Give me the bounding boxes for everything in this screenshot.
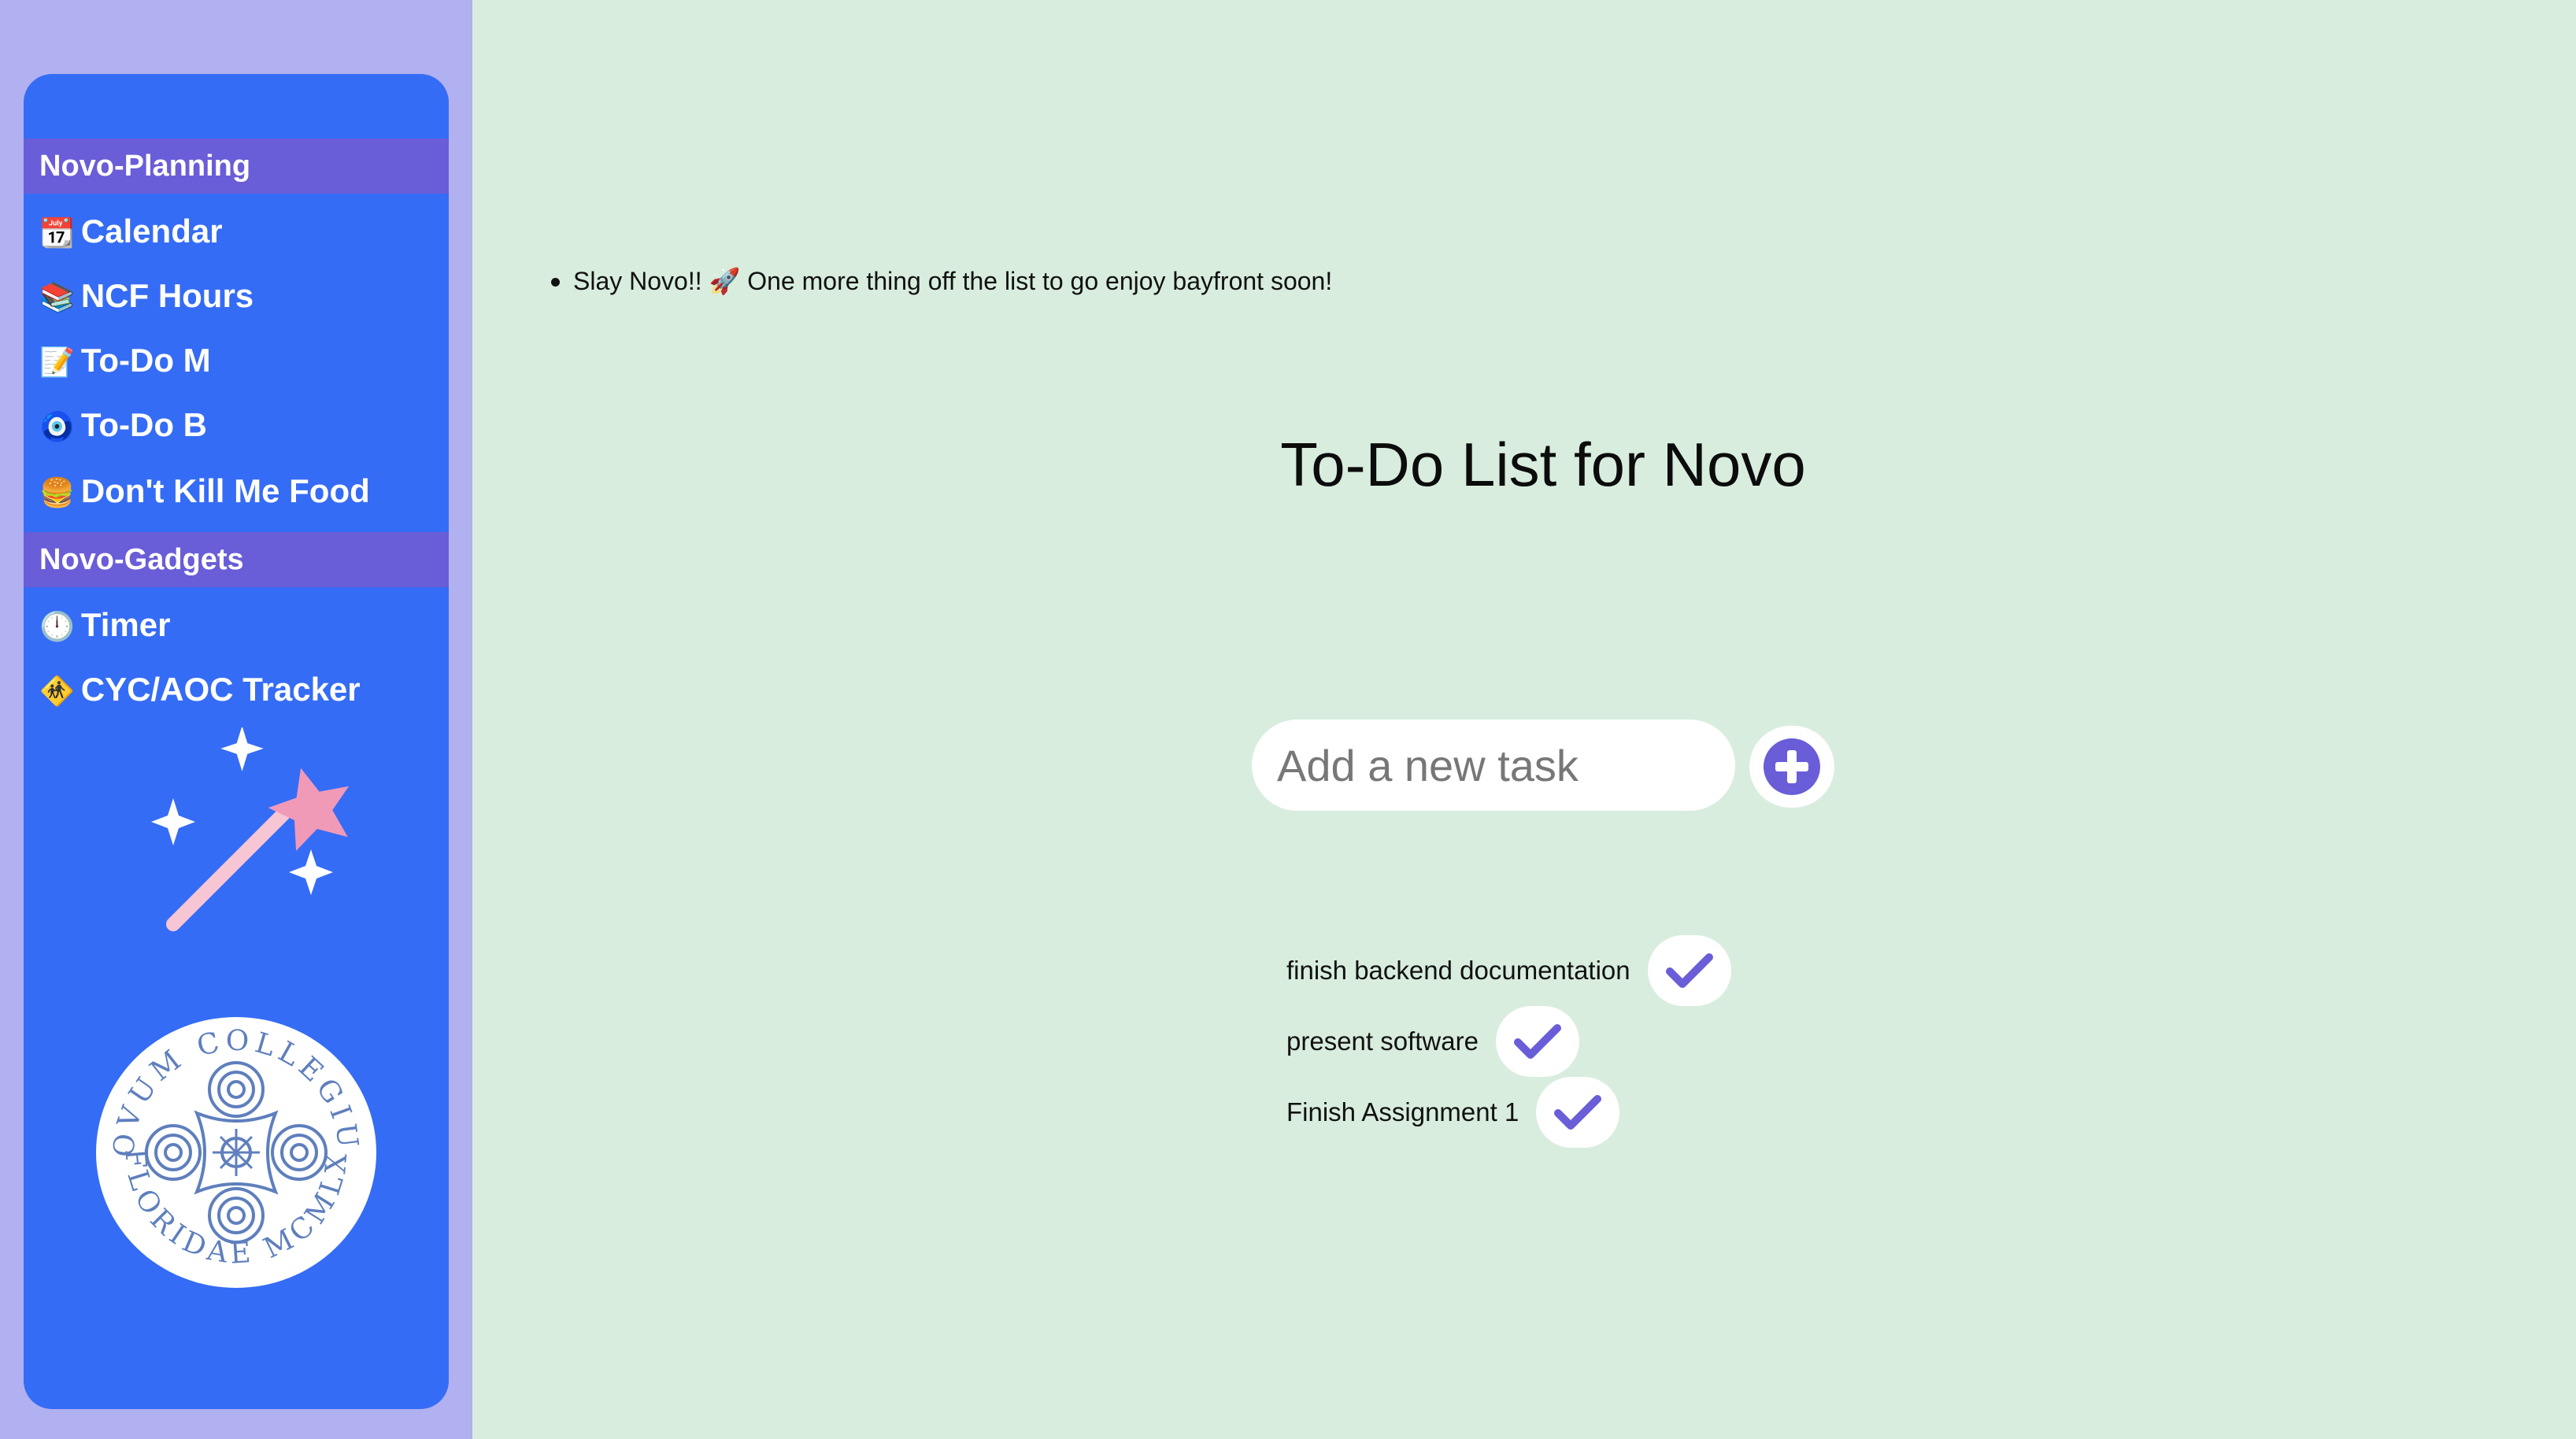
section-header-novo-planning: Novo-Planning [24,139,449,194]
sidebar-item-dont-kill-me-food[interactable]: 🍔 Don't Kill Me Food [39,468,370,515]
sidebar-item-label: NCF Hours [80,277,254,314]
sidebar-item-timer[interactable]: 🕛 Timer [39,601,170,649]
plus-circle-icon [1764,738,1820,795]
sidebar-item-label: Don't Kill Me Food [80,472,370,509]
announcement-list: Slay Novo!! 🚀 One more thing off the lis… [551,266,1332,296]
sidebar-item-calendar[interactable]: 📆 Calendar [39,208,223,255]
sidebar-item-label: To-Do B [80,406,207,443]
books-icon: 📚 [39,282,75,314]
college-seal-logo: NOVUM COLLEGIUM FLORIDAE MCMLX [87,1003,376,1288]
sidebar-item-ncf-hours[interactable]: 📚 NCF Hours [39,272,254,320]
page-title: To-Do List for Novo [1280,430,1806,499]
memo-icon: 📝 [39,346,75,379]
checkmark-icon [1665,953,1713,988]
complete-task-button[interactable] [1647,935,1731,1006]
new-task-input[interactable] [1252,720,1735,811]
sidebar-item-todo-m[interactable]: 📝 To-Do M [39,337,211,384]
sidebar-item-label: Calendar [80,213,223,250]
checkmark-icon [1513,1024,1561,1059]
magic-wand-icon [151,727,350,931]
sidebar-area: Novo-Planning 📆 Calendar 📚 NCF Hours 📝 To-D… [0,0,472,1439]
rocket-icon: 🚀 [709,266,741,296]
calendar-icon: 📆 [39,217,75,250]
task-item: present software [1286,1006,1579,1077]
hamburger-icon: 🍔 [39,477,75,509]
announcement-text-end: One more thing off the list to go enjoy … [740,267,1333,295]
task-text: finish backend documentation [1286,956,1630,985]
task-item: Finish Assignment 1 [1286,1077,1620,1148]
announcement-item: Slay Novo!! 🚀 One more thing off the lis… [551,266,1332,296]
sidebar-item-label: To-Do M [80,342,211,379]
sidebar: Novo-Planning 📆 Calendar 📚 NCF Hours 📝 To-D… [24,74,449,1409]
complete-task-button[interactable] [1536,1077,1620,1148]
checkmark-icon [1554,1095,1602,1130]
complete-task-button[interactable] [1495,1006,1579,1077]
task-text: Finish Assignment 1 [1286,1097,1519,1126]
task-item: finish backend documentation [1286,935,1731,1006]
sidebar-item-todo-b[interactable]: 🧿 To-Do B [39,401,207,449]
sidebar-item-label: Timer [80,606,171,643]
task-text: present software [1286,1027,1479,1056]
sidebar-item-cyc-aoc-tracker[interactable]: 🚸 CYC/AOC Tracker [39,666,361,713]
announcement-text-start: Slay Novo!! [573,267,709,295]
sidebar-item-label: CYC/AOC Tracker [80,671,361,708]
nazar-amulet-icon: 🧿 [39,411,75,443]
section-header-novo-gadgets: Novo-Gadgets [24,532,449,587]
add-task-button[interactable] [1749,726,1834,808]
children-crossing-icon: 🚸 [39,675,75,708]
clock-icon: 🕛 [39,611,75,643]
